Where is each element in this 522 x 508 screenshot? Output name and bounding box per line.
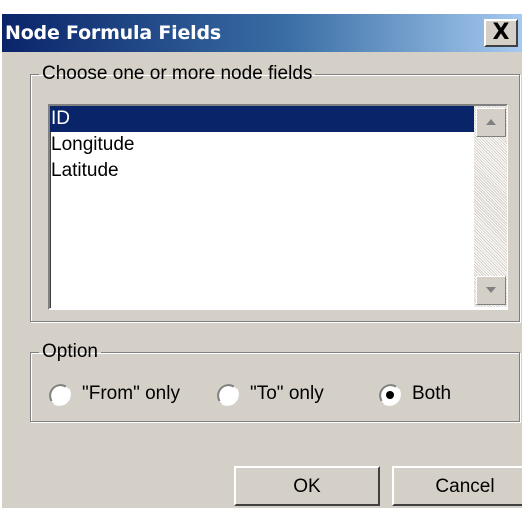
- ok-button[interactable]: OK: [234, 466, 380, 506]
- close-icon: X: [492, 20, 510, 45]
- node-fields-legend: Choose one or more node fields: [42, 63, 313, 84]
- ok-button-label: OK: [293, 476, 321, 497]
- scroll-up-button[interactable]: [476, 108, 506, 137]
- radio-unchecked-icon[interactable]: [48, 383, 72, 407]
- option-group: Option: [30, 342, 520, 422]
- close-button[interactable]: X: [484, 19, 518, 47]
- node-fields-listbox[interactable]: ID Longitude Latitude: [48, 104, 508, 310]
- radio-from-only-label: "From" only: [82, 383, 180, 404]
- list-item-latitude[interactable]: Latitude: [50, 158, 474, 184]
- radio-unchecked-icon[interactable]: [216, 383, 240, 407]
- radio-checked-icon[interactable]: [378, 383, 402, 407]
- list-item-id[interactable]: ID: [50, 106, 474, 132]
- vertical-scrollbar[interactable]: [474, 106, 507, 307]
- scroll-down-button[interactable]: [476, 276, 506, 305]
- radio-both-label: Both: [412, 383, 452, 404]
- cancel-button[interactable]: Cancel: [392, 466, 522, 506]
- option-legend: Option: [42, 341, 98, 362]
- radio-to-only-label: "To" only: [250, 383, 324, 404]
- cancel-button-label: Cancel: [435, 476, 495, 497]
- dialog-title: Node Formula Fields: [5, 22, 221, 44]
- scroll-down-arrow-icon: [486, 287, 496, 293]
- title-bar[interactable]: Node Formula Fields X: [2, 14, 522, 52]
- list-item-longitude[interactable]: Longitude: [50, 132, 474, 158]
- scroll-up-arrow-icon: [486, 119, 496, 125]
